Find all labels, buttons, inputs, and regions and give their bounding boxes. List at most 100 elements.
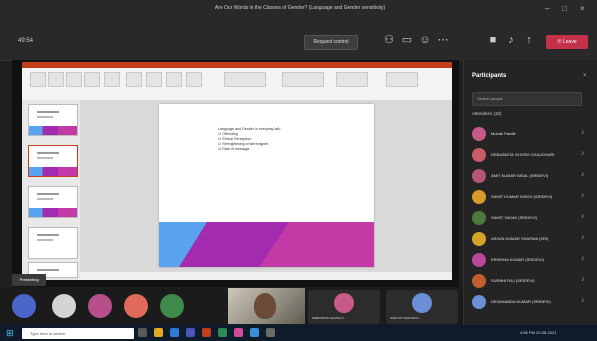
close-icon[interactable]: ×	[580, 4, 585, 13]
close-panel-icon[interactable]: ×	[583, 73, 587, 79]
paragraph-box[interactable]	[282, 72, 324, 87]
mic-muted-icon: ♪	[581, 171, 585, 178]
minimize-icon[interactable]: –	[545, 4, 549, 13]
window-title: Are Our Words in the Classes of Gender? …	[214, 5, 386, 11]
window-title-bar: Are Our Words in the Classes of Gender? …	[0, 0, 597, 20]
chat-icon[interactable]: ▭	[400, 33, 414, 47]
participant-row[interactable]: KRISHNA KUMAR (SRIDEVI) ♪	[463, 250, 597, 271]
request-control-button[interactable]: Request control	[304, 35, 358, 50]
slide-bullet: ☑ Rate of message	[218, 147, 250, 151]
slide-thumbnail[interactable]	[28, 104, 78, 136]
participant-row[interactable]: SAMIT KUMAR SINGH (SRIDEVI) ♪	[463, 187, 597, 208]
participant-name: SURBHI RAJ (SRIDEVI)	[491, 278, 535, 283]
participant-avatar	[412, 293, 432, 313]
attendees-section-header[interactable]: Attendees (32)	[472, 111, 502, 116]
mic-muted-icon: ♪	[581, 234, 585, 241]
powerpoint-title-strip	[22, 62, 452, 68]
participant-tile-name: SURAJIT SARKAR R...	[390, 316, 422, 320]
participant-avatar	[472, 169, 486, 183]
slide-thumbnail[interactable]	[28, 227, 78, 259]
video-feed[interactable]	[228, 288, 305, 324]
more-options-icon[interactable]: ⋯	[436, 33, 450, 47]
participant-avatar	[472, 232, 486, 246]
participant-avatar	[472, 190, 486, 204]
slide-text: Language and Gender in everyday talk: ☑ …	[218, 127, 281, 152]
edge-icon[interactable]	[170, 328, 179, 337]
powerpoint-icon[interactable]	[202, 328, 211, 337]
participant-row[interactable]: AMIT KUMAR BISAL (SRIDEVI) ♪	[463, 166, 597, 187]
participant-row[interactable]: DEBASMITA GHOSH CHAUDHURI ♪	[463, 145, 597, 166]
participant-row[interactable]: DEVANANDA KUMAR (SRIDEVI) ♪	[463, 292, 597, 313]
participant-name: SAMIT YADAV (SRIDEVI)	[491, 215, 537, 220]
meeting-toolbar: 49:54 Request control ⚇ ▭ ☺ ⋯ ■ ♪ ↑ ✆ Le…	[0, 20, 597, 61]
ribbon-button[interactable]	[166, 72, 182, 87]
ribbon-button[interactable]	[126, 72, 142, 87]
participant-name: AMIT KUMAR BISAL (SRIDEVI)	[491, 173, 549, 178]
participant-name: KRISHNA KUMAR (SRIDEVI)	[491, 257, 544, 262]
microphone-icon[interactable]: ♪	[504, 33, 518, 47]
participant-avatar	[472, 148, 486, 162]
participant-name: DEVANANDA KUMAR (SRIDEVI)	[491, 299, 551, 304]
participant-avatar[interactable]	[88, 294, 112, 318]
participant-avatar[interactable]	[124, 294, 148, 318]
mic-muted-icon: ♪	[581, 150, 585, 157]
maximize-icon[interactable]: □	[562, 4, 567, 13]
mic-muted-icon: ♪	[581, 129, 585, 136]
reactions-icon[interactable]: ☺	[418, 33, 432, 47]
participant-avatar[interactable]	[52, 294, 76, 318]
app-icon[interactable]	[266, 328, 275, 337]
drawing-box[interactable]	[336, 72, 368, 87]
ribbon-button[interactable]	[30, 72, 46, 87]
slide-thumbnail-selected[interactable]	[28, 145, 78, 177]
ribbon-button[interactable]	[66, 72, 82, 87]
date: 20-08-2021	[536, 330, 557, 335]
participant-avatar	[334, 293, 354, 313]
powerpoint-status-bar	[80, 272, 452, 280]
slide-color-band	[159, 222, 374, 267]
clock: 4:56 PM	[520, 330, 535, 335]
participant-avatar	[472, 295, 486, 309]
slide-thumbnail[interactable]	[28, 186, 78, 218]
participants-search-input[interactable]: Search people	[472, 92, 582, 106]
participant-avatar	[472, 274, 486, 288]
participant-avatar[interactable]	[12, 294, 36, 318]
file-explorer-icon[interactable]	[154, 328, 163, 337]
participant-row[interactable]: SURBHI RAJ (SRIDEVI) ♪	[463, 271, 597, 292]
share-icon[interactable]: ↑	[522, 33, 536, 47]
participant-tile[interactable]: SURAJIT SARKAR R...	[386, 290, 458, 324]
app-icon[interactable]	[234, 328, 243, 337]
windows-start-icon[interactable]: ⊞	[6, 328, 14, 339]
ribbon-button[interactable]	[104, 72, 120, 87]
participant-name: Mohak Pandit	[491, 131, 516, 136]
participant-tile[interactable]: DEBASMITA GHOSH C...	[308, 290, 380, 324]
camera-icon[interactable]: ■	[486, 33, 500, 47]
participant-row[interactable]: Mohak Pandit ♪	[463, 124, 597, 145]
system-tray[interactable]: 4:56 PM 20-08-2021	[520, 330, 557, 335]
taskbar-search-input[interactable]: Type here to search	[22, 328, 134, 339]
meeting-timer: 49:54	[18, 38, 34, 44]
participant-avatar[interactable]	[160, 294, 184, 318]
mic-muted-icon: ♪	[581, 297, 585, 304]
participant-tile-name: DEBASMITA GHOSH C...	[312, 316, 347, 320]
participant-row[interactable]: ARJUN KUMAR SHARMA (SRI) ♪	[463, 229, 597, 250]
task-view-icon[interactable]	[138, 328, 147, 337]
participant-row[interactable]: SAMIT YADAV (SRIDEVI) ♪	[463, 208, 597, 229]
app-icon[interactable]	[218, 328, 227, 337]
participant-name: ARJUN KUMAR SHARMA (SRI)	[491, 236, 549, 241]
app-icon[interactable]	[250, 328, 259, 337]
mic-muted-icon: ♪	[581, 213, 585, 220]
font-box[interactable]	[224, 72, 266, 87]
ribbon-button[interactable]	[48, 72, 64, 87]
participant-name: SAMIT KUMAR SINGH (SRIDEVI)	[491, 194, 553, 199]
participants-title: Participants	[472, 73, 507, 79]
ribbon-button[interactable]	[186, 72, 202, 87]
ribbon-button[interactable]	[84, 72, 100, 87]
participant-avatar[interactable]	[196, 294, 220, 318]
participants-icon[interactable]: ⚇	[382, 33, 396, 47]
mic-muted-icon: ♪	[581, 192, 585, 199]
ribbon-button[interactable]	[146, 72, 162, 87]
editing-box[interactable]	[386, 72, 418, 87]
teams-icon[interactable]	[186, 328, 195, 337]
person-video	[254, 293, 276, 319]
leave-button[interactable]: ✆ Leave	[546, 35, 588, 49]
